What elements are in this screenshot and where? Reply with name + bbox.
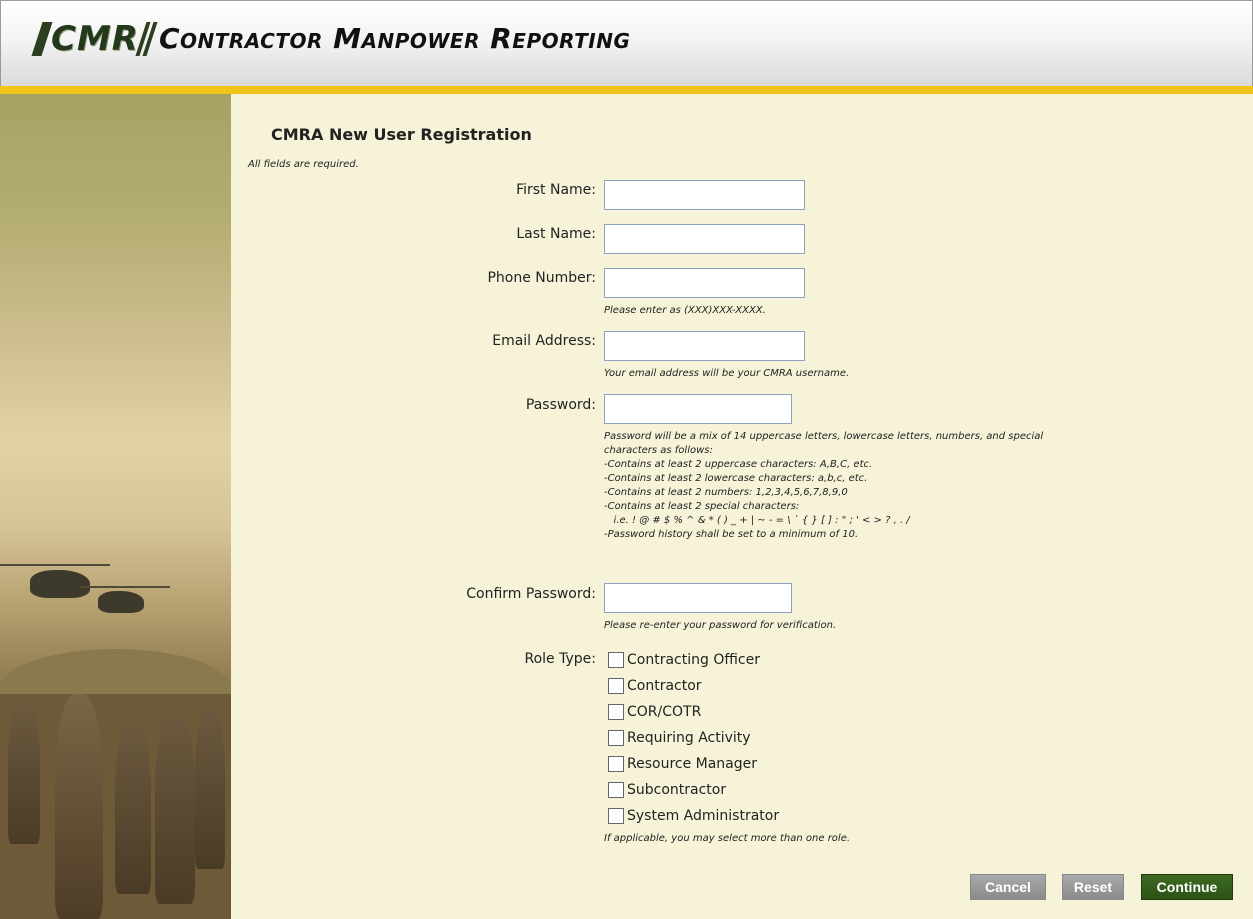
email-help-text: Your email address will be your CMRA use… [604,368,850,379]
password-help-line: characters as follows: [604,445,713,456]
soldier-graphic [155,714,195,904]
first-name-label: First Name: [516,182,596,198]
password-special-characters: i.e. ! @ # $ % ^ & * ( ) _ + | ~ - = \ `… [604,515,910,526]
email-address-label: Email Address: [492,333,596,349]
cmr-logo: CMR Contractor Manpower Reporting [31,19,631,59]
role-option-resource-manager[interactable]: Resource Manager [608,756,757,772]
page-title: CMRA New User Registration [271,125,532,144]
checkbox[interactable] [608,652,624,668]
password-help-line: -Contains at least 2 special characters: [604,501,800,512]
checkbox[interactable] [608,782,624,798]
checkbox[interactable] [608,808,624,824]
role-option-contractor[interactable]: Contractor [608,678,702,694]
continue-button[interactable]: Continue [1141,874,1233,900]
soldier-graphic [55,694,103,919]
confirm-password-help-text: Please re-enter your password for verifi… [604,620,837,631]
role-option-label: COR/COTR [627,704,702,720]
role-option-requiring-activity[interactable]: Requiring Activity [608,730,751,746]
checkbox[interactable] [608,678,624,694]
required-fields-note: All fields are required. [248,159,359,170]
phone-number-input[interactable] [604,268,805,298]
role-option-label: Requiring Activity [627,730,751,746]
role-option-label: System Administrator [627,808,780,824]
first-name-input[interactable] [604,180,805,210]
password-label: Password: [525,397,596,413]
confirm-password-label: Confirm Password: [466,586,596,602]
logo-bars-mark [135,22,158,56]
role-type-label: Role Type: [524,651,597,667]
password-help-line: -Contains at least 2 numbers: 1,2,3,4,5,… [604,487,848,498]
checkbox[interactable] [608,756,624,772]
role-option-label: Contractor [627,678,702,694]
cancel-button[interactable]: Cancel [970,874,1046,900]
password-help-line: Password will be a mix of 14 uppercase l… [604,431,1044,442]
logo-slash-mark [31,22,53,56]
role-option-contracting-officer[interactable]: Contracting Officer [608,652,760,668]
phone-help-text: Please enter as (XXX)XXX-XXXX. [604,305,766,316]
role-option-subcontractor[interactable]: Subcontractor [608,782,726,798]
soldier-graphic [115,724,151,894]
password-input[interactable] [604,394,792,424]
header-accent-bar [0,86,1253,94]
password-help-line: -Contains at least 2 lowercase character… [604,473,868,484]
password-help-line: -Password history shall be set to a mini… [604,529,859,540]
role-option-label: Subcontractor [627,782,727,798]
confirm-password-input[interactable] [604,583,792,613]
email-address-input[interactable] [604,331,805,361]
reset-button[interactable]: Reset [1062,874,1124,900]
role-help-text: If applicable, you may select more than … [604,833,851,844]
password-help-line: -Contains at least 2 uppercase character… [604,459,873,470]
logo-acronym: CMR [51,19,139,59]
role-option-cor-cotr[interactable]: COR/COTR [608,704,701,720]
logo-title: Contractor Manpower Reporting [158,22,631,55]
soldier-graphic [195,709,225,869]
phone-number-label: Phone Number: [487,270,596,286]
role-option-system-administrator[interactable]: System Administrator [608,808,779,824]
last-name-input[interactable] [604,224,805,254]
checkbox[interactable] [608,704,624,720]
checkbox[interactable] [608,730,624,746]
soldier-graphic [8,704,40,844]
role-option-label: Resource Manager [627,756,758,772]
last-name-label: Last Name: [516,226,596,242]
military-side-image [0,94,231,919]
app-header: CMR Contractor Manpower Reporting [0,0,1253,86]
role-option-label: Contracting Officer [627,652,760,668]
